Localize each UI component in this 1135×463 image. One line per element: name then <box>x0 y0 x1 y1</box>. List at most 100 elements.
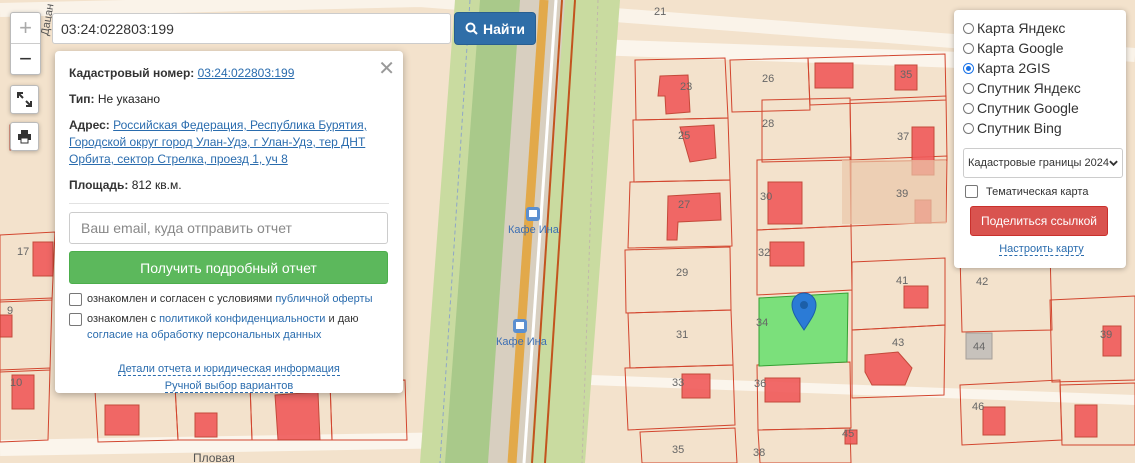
search-button-label: Найти <box>483 20 525 37</box>
offer-consent-label: ознакомлен и согласен с условиями публич… <box>87 291 373 307</box>
setup-map: Настроить карту <box>963 243 1120 256</box>
plot-number: 33 <box>672 377 684 389</box>
printer-icon <box>18 130 31 144</box>
cadastral-label: Кадастровый номер: <box>69 66 195 80</box>
cadastral-row: Кадастровый номер: 03:24:022803:199 <box>69 65 389 82</box>
search-icon <box>465 22 478 35</box>
plot-number: 38 <box>753 447 765 459</box>
offer-checkbox[interactable] <box>69 293 82 306</box>
type-row: Тип: Не указано <box>69 91 389 108</box>
zoom-in-button[interactable]: + <box>11 13 40 44</box>
email-field[interactable] <box>69 212 388 244</box>
plot-number: 31 <box>676 329 688 341</box>
setup-map-link[interactable]: Настроить карту <box>999 243 1084 256</box>
expand-icon <box>17 92 32 107</box>
type-label: Тип: <box>69 92 95 106</box>
layer-option-google-satellite[interactable]: Спутник Google <box>963 98 1120 118</box>
print-button[interactable] <box>10 122 39 151</box>
plot-number: 28 <box>762 118 774 130</box>
plot-number: 37 <box>897 131 909 143</box>
bus-stop-icon <box>526 207 540 221</box>
layer-option-label: Карта 2GIS <box>977 60 1051 76</box>
offer-consent-text: ознакомлен и согласен с условиями <box>87 293 276 305</box>
parcel-info-card: ✕ Кадастровый номер: 03:24:022803:199 Ти… <box>55 51 403 393</box>
privacy-consent: ознакомлен с политикой конфиденциальност… <box>69 311 389 343</box>
layer-option-label: Карта Google <box>977 40 1064 56</box>
area-row: Площадь: 812 кв.м. <box>69 177 389 194</box>
plot-number: 42 <box>976 276 988 288</box>
layer-option-yandex-map[interactable]: Карта Яндекс <box>963 18 1120 38</box>
radio-icon[interactable] <box>963 102 974 114</box>
layer-option-yandex-satellite[interactable]: Спутник Яндекс <box>963 78 1120 98</box>
plot-number: 43 <box>892 337 904 349</box>
offer-consent: ознакомлен и согласен с условиями публич… <box>69 291 389 307</box>
layer-option-bing-satellite[interactable]: Спутник Bing <box>963 118 1120 138</box>
plot-number: 10 <box>10 377 22 389</box>
type-value: Не указано <box>97 92 161 106</box>
plot-number: 45 <box>842 428 854 440</box>
plot-number: 39 <box>1100 329 1112 341</box>
report-details-link[interactable]: Детали отчета и юридическая информация <box>118 363 340 376</box>
privacy-checkbox[interactable] <box>69 313 82 326</box>
share-link-button[interactable]: Поделиться ссылкой <box>970 206 1108 236</box>
plot-number: 34 <box>756 317 768 329</box>
privacy-consent-mid: и даю <box>325 313 359 325</box>
address-label: Адрес: <box>69 118 110 132</box>
zoom-out-button[interactable]: − <box>11 44 40 74</box>
plot-number: 9 <box>7 305 13 317</box>
plot-number: 21 <box>654 6 666 18</box>
plot-number: 23 <box>680 81 692 93</box>
search-input[interactable] <box>52 13 451 44</box>
layer-option-label: Карта Яндекс <box>977 20 1066 36</box>
zoom-control: + − <box>10 12 41 75</box>
area-label: Площадь: <box>69 178 129 192</box>
plot-number: 35 <box>900 69 912 81</box>
radio-icon[interactable] <box>963 82 974 94</box>
radio-icon[interactable] <box>963 42 974 54</box>
get-report-button[interactable]: Получить подробный отчет <box>69 251 388 284</box>
layers-panel: Карта Яндекс Карта Google Карта 2GIS Спу… <box>954 10 1126 268</box>
plot-number: 27 <box>678 199 690 211</box>
cadastral-link[interactable]: 03:24:022803:199 <box>198 66 295 80</box>
layer-option-label: Спутник Google <box>977 100 1079 116</box>
poi-label: Кафе Ина <box>496 336 548 348</box>
thematic-checkbox[interactable] <box>965 185 978 198</box>
address-link[interactable]: Российская Федерация, Республика Бурятия… <box>69 118 367 166</box>
plot-number: 46 <box>972 401 984 413</box>
search-button[interactable]: Найти <box>454 12 536 45</box>
data-processing-link[interactable]: согласие на обработку персональных данны… <box>87 329 321 341</box>
plot-number: 30 <box>760 191 772 203</box>
thematic-label: Тематическая карта <box>986 185 1089 198</box>
address-row: Адрес: Российская Федерация, Республика … <box>69 117 389 168</box>
poi-label: Кафе Ина <box>508 224 560 236</box>
plot-number: 35 <box>672 444 684 456</box>
privacy-consent-text: ознакомлен с <box>87 313 160 325</box>
bus-stop-icon <box>513 319 527 333</box>
area-value: 812 кв.м. <box>131 178 182 192</box>
street-label: Пловая <box>193 451 235 463</box>
manual-selection-link[interactable]: Ручной выбор вариантов <box>164 380 294 393</box>
close-icon[interactable]: ✕ <box>378 56 395 81</box>
public-offer-link[interactable]: публичной оферты <box>275 293 372 305</box>
radio-icon[interactable] <box>963 22 974 34</box>
layer-option-label: Спутник Яндекс <box>977 80 1081 96</box>
radio-selected-icon[interactable] <box>963 62 974 74</box>
plot-number: 41 <box>896 275 908 287</box>
plot-number: 32 <box>758 247 770 259</box>
radio-icon[interactable] <box>963 122 974 134</box>
layer-option-label: Спутник Bing <box>977 120 1062 136</box>
boundary-select-value: Кадастровые границы 2024 <box>968 157 1109 169</box>
plot-number: 44 <box>973 341 985 353</box>
layer-option-google-map[interactable]: Карта Google <box>963 38 1120 58</box>
privacy-consent-label: ознакомлен с политикой конфиденциальност… <box>87 311 389 343</box>
card-links: Детали отчета и юридическая информация Р… <box>69 361 389 395</box>
privacy-policy-link[interactable]: политикой конфиденциальности <box>159 313 325 325</box>
fullscreen-button[interactable] <box>10 85 39 114</box>
thematic-map-toggle[interactable]: Тематическая карта <box>963 185 1120 198</box>
layer-option-2gis-map[interactable]: Карта 2GIS <box>963 58 1120 78</box>
divider <box>69 203 389 204</box>
plot-number: 26 <box>762 73 774 85</box>
boundary-select[interactable]: Кадастровые границы 2024 <box>963 148 1123 178</box>
plot-number: 25 <box>678 130 690 142</box>
chevron-down-icon <box>1109 160 1118 167</box>
